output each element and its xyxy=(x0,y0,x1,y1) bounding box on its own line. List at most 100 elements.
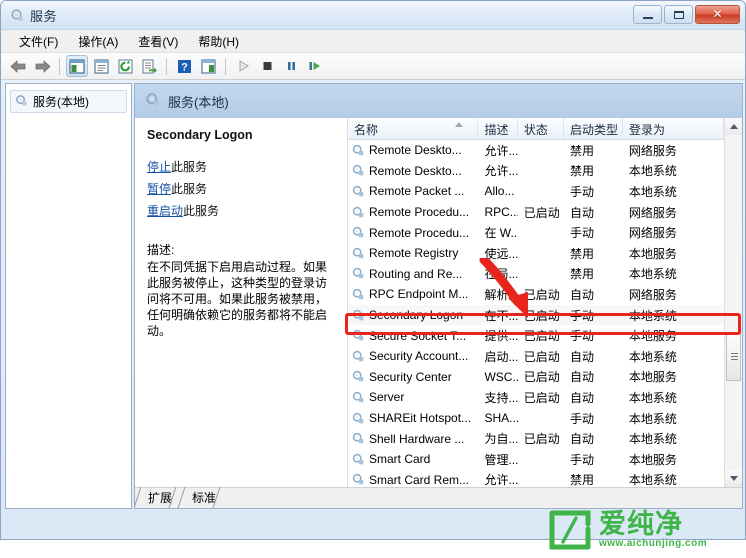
toolbar-show-hide-tree[interactable] xyxy=(66,55,88,77)
cell-logon-as: 本地系统 xyxy=(628,390,677,405)
cell-logon-as: 本地服务 xyxy=(628,452,677,467)
restart-service-link[interactable]: 重启动此服务 xyxy=(147,202,337,219)
table-row[interactable]: Remote Procedu... RPC... 已启动 自动 网络服务 xyxy=(348,202,724,223)
table-row[interactable]: SHAREit Hotspot... SHA... 手动 本地系统 xyxy=(348,408,724,429)
cell-logon-as: 本地系统 xyxy=(628,267,677,282)
window-title: 服务 xyxy=(30,9,58,24)
back-arrow-icon xyxy=(9,59,25,73)
table-row[interactable]: Secure Socket T... 提供... 已启动 手动 本地服务 xyxy=(348,325,724,346)
table-row[interactable]: Smart Card Rem... 允许... 禁用 本地系统 xyxy=(348,470,724,487)
pause-service-link[interactable]: 暂停此服务 xyxy=(147,180,337,197)
column-header-name[interactable]: 名称 xyxy=(348,118,479,139)
toolbar-refresh[interactable] xyxy=(114,55,136,77)
table-row[interactable]: Server 支持... 已启动 自动 本地系统 xyxy=(348,387,724,408)
column-header-startup-type[interactable]: 启动类型 xyxy=(564,118,623,139)
stop-service-link-text[interactable]: 停止 xyxy=(147,160,171,174)
cell-description: 在不... xyxy=(484,308,518,323)
cell-startup-type: 手动 xyxy=(569,411,594,426)
service-gear-icon xyxy=(352,391,365,404)
scrollbar-thumb[interactable] xyxy=(726,333,741,381)
table-row[interactable]: Remote Procedu... 在 W... 手动 网络服务 xyxy=(348,222,724,243)
table-row[interactable]: Shell Hardware ... 为自... 已启动 自动 本地系统 xyxy=(348,428,724,449)
cell-name: Remote Packet ... xyxy=(348,184,478,198)
service-gear-icon xyxy=(352,329,365,342)
tab-extended[interactable]: 扩展 xyxy=(137,487,181,508)
services-list-scrollbar[interactable] xyxy=(724,118,742,487)
toolbar-back[interactable] xyxy=(7,55,29,77)
cell-status: 已启动 xyxy=(523,287,560,302)
toolbar-export-list[interactable] xyxy=(138,55,160,77)
table-row[interactable]: Remote Registry 使远... 禁用 本地服务 xyxy=(348,243,724,264)
pause-service-icon xyxy=(287,62,295,70)
maximize-button[interactable] xyxy=(664,5,693,24)
cell-status: 已启动 xyxy=(523,432,560,447)
console-tree-pane: 服务(本地) xyxy=(5,83,132,509)
restart-service-link-text[interactable]: 重启动 xyxy=(147,204,183,218)
cell-startup-type: 手动 xyxy=(569,226,594,241)
cell-name: Security Center xyxy=(348,370,478,384)
cell-logon-as: 本地服务 xyxy=(628,246,677,261)
services-gear-icon xyxy=(15,94,28,110)
toolbar-action-pane[interactable] xyxy=(197,55,219,77)
cell-logon-as: 本地系统 xyxy=(628,184,677,199)
description-label: 描述: xyxy=(147,243,175,257)
sidebar-item-services-local[interactable]: 服务(本地) xyxy=(10,90,127,113)
cell-description: WSC... xyxy=(484,369,517,384)
results-pane-header: 服务(本地) xyxy=(135,84,742,118)
toolbar-pause-service[interactable] xyxy=(280,55,302,77)
tab-standard[interactable]: 标准 xyxy=(181,487,225,508)
service-gear-icon xyxy=(352,144,365,157)
cell-startup-type: 自动 xyxy=(569,287,594,302)
minimize-button[interactable] xyxy=(633,5,662,24)
services-list-rows: Remote Deskto... 允许... 禁用 网络服务 Remote Deskto… xyxy=(348,140,724,487)
toolbar-stop-service[interactable] xyxy=(256,55,278,77)
service-gear-icon xyxy=(352,370,365,383)
scroll-down-button[interactable] xyxy=(725,470,742,487)
svg-text:?: ? xyxy=(181,61,188,73)
menu-help[interactable]: 帮助(H) xyxy=(188,31,249,52)
cell-startup-type: 自动 xyxy=(569,432,594,447)
cell-startup-type: 禁用 xyxy=(569,164,594,179)
cell-logon-as: 网络服务 xyxy=(628,143,677,158)
toolbar-properties[interactable] xyxy=(90,55,112,77)
menu-view[interactable]: 查看(V) xyxy=(128,31,188,52)
stop-service-icon xyxy=(263,62,271,70)
table-row[interactable]: Security Center WSC... 已启动自动 本地服务 xyxy=(348,367,724,388)
toolbar-restart-service[interactable] xyxy=(304,55,326,77)
results-pane: 服务(本地) Secondary Logon 停止此服务 暂停此服务 重启动此服… xyxy=(134,83,743,509)
cell-status: 已启动 xyxy=(523,308,560,323)
services-window: 服务 ✕ 文件(F) 操作(A) 查看(V) 帮助(H) ? 服务(本地) 服务… xyxy=(0,0,746,540)
table-row[interactable]: Remote Deskto... 允许... 禁用 本地系统 xyxy=(348,161,724,182)
stop-service-link[interactable]: 停止此服务 xyxy=(147,158,337,175)
chevron-down-icon xyxy=(729,476,738,481)
cell-status: 已启动 xyxy=(523,390,560,405)
main-content: 服务(本地) 服务(本地) Secondary Logon 停止此服务 暂停此服… xyxy=(5,83,743,509)
toolbar-help[interactable]: ? xyxy=(173,55,195,77)
refresh-icon xyxy=(118,59,132,73)
table-row[interactable]: Remote Deskto... 允许... 禁用 网络服务 xyxy=(348,140,724,161)
column-header-logon-as[interactable]: 登录为 xyxy=(623,118,725,139)
toolbar-forward[interactable] xyxy=(31,55,53,77)
table-row[interactable]: Remote Packet ... Allo... 手动 本地系统 xyxy=(348,181,724,202)
table-row[interactable]: RPC Endpoint M... 解析 ... 已启动自动 网络服务 xyxy=(348,284,724,305)
cell-description: 解析 ... xyxy=(484,287,517,302)
table-row[interactable]: Smart Card 管理... 手动 本地服务 xyxy=(348,449,724,470)
restart-service-link-tail: 此服务 xyxy=(183,204,220,218)
cell-description: 启动... xyxy=(484,349,518,364)
service-gear-icon xyxy=(352,206,365,219)
services-gear-icon xyxy=(145,92,160,110)
menu-file[interactable]: 文件(F) xyxy=(9,31,68,52)
toolbar-start-service[interactable] xyxy=(232,55,254,77)
close-button[interactable]: ✕ xyxy=(695,5,740,24)
watermark: 爱纯净 www.aichunjing.com xyxy=(548,505,744,555)
table-row[interactable]: Routing and Re... 在局... 禁用 本地系统 xyxy=(348,264,724,285)
pause-service-link-text[interactable]: 暂停 xyxy=(147,182,171,196)
scroll-up-button[interactable] xyxy=(725,118,742,135)
table-row[interactable]: Secondary Logon 在不... 已启动 手动 本地系统 xyxy=(348,304,724,326)
table-row[interactable]: Security Account... 启动... 已启动 自动 本地系统 xyxy=(348,346,724,367)
column-header-status[interactable]: 状态 xyxy=(518,118,565,139)
menu-action[interactable]: 操作(A) xyxy=(68,31,128,52)
cell-startup-type: 手动 xyxy=(569,184,594,199)
column-header-description[interactable]: 描述 xyxy=(478,118,518,139)
toolbar-separator xyxy=(166,57,167,75)
